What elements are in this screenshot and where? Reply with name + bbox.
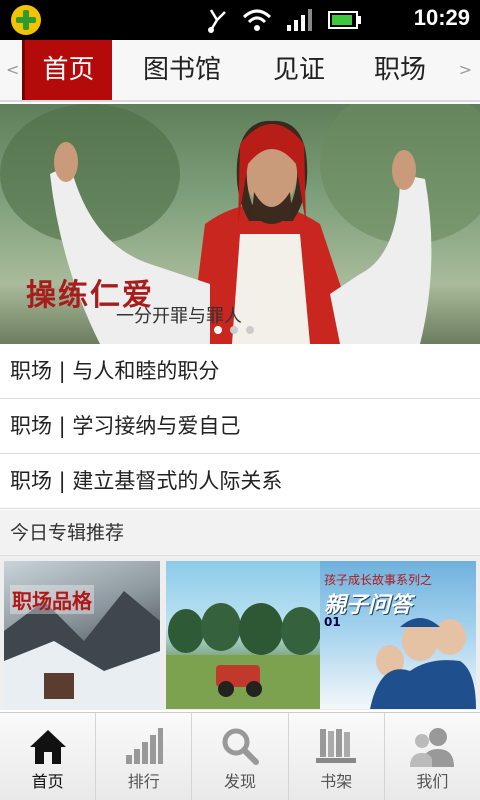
tab-library[interactable]: 图书馆 — [130, 40, 234, 100]
album-image — [166, 603, 322, 709]
article-list: 职场 | 与人和睦的职分 职场 | 学习接纳与爱自己 职场 | 建立基督式的人际… — [0, 344, 480, 509]
page-dot — [214, 326, 222, 334]
users-icon — [410, 728, 455, 767]
article-item[interactable]: 职场 | 与人和睦的职分 — [0, 344, 480, 399]
tab-home[interactable]: 首页 — [22, 40, 112, 100]
album-thumbnail[interactable]: 职场品格 — [4, 561, 160, 709]
status-bar: 10:29 — [0, 0, 480, 40]
page-dot — [230, 326, 238, 334]
article-item[interactable]: 职场 | 建立基督式的人际关系 — [0, 454, 480, 509]
bottom-nav: 首页 排行 发现 书架 我们 — [0, 712, 480, 800]
scroll-left-icon[interactable]: < — [6, 60, 19, 79]
nav-label: 首页 — [31, 772, 64, 791]
nav-discover[interactable]: 发现 — [192, 713, 289, 800]
bookshelf-icon — [316, 729, 357, 763]
nav-label: 发现 — [224, 772, 257, 791]
tab-workplace[interactable]: 职场 — [358, 40, 442, 100]
featured-banner[interactable]: 操练仁爱 一分开罪与罪人 — [0, 104, 480, 344]
nav-home[interactable]: 首页 — [0, 713, 97, 800]
signal-icon — [287, 9, 312, 31]
tab-testimony[interactable]: 见证 — [256, 40, 342, 100]
album-image — [4, 591, 160, 709]
banner-subtitle: 一分开罪与罪人 — [116, 306, 242, 327]
nav-label: 书架 — [320, 772, 353, 791]
nav-bookshelf[interactable]: 书架 — [289, 713, 385, 800]
banner-page-indicator — [214, 326, 254, 334]
section-title: 今日专辑推荐 — [0, 510, 480, 556]
page-dot — [246, 326, 254, 334]
nav-label: 排行 — [127, 772, 160, 791]
wifi-icon — [242, 9, 272, 31]
search-icon — [222, 728, 259, 765]
battery-icon — [328, 11, 361, 29]
nav-about-us[interactable]: 我们 — [385, 713, 480, 800]
no-usb-icon — [208, 9, 226, 33]
nav-label: 我们 — [416, 772, 449, 791]
nav-ranking[interactable]: 排行 — [96, 713, 193, 800]
album-number: 01 — [324, 615, 341, 629]
album-series: 孩子成长故事系列之 — [324, 573, 433, 587]
app-plus-icon[interactable] — [10, 4, 42, 36]
album-thumbnail[interactable] — [166, 561, 322, 709]
status-time: 10:29 — [413, 5, 470, 30]
category-tab-bar: < 首页 图书馆 见证 职场 > — [0, 40, 480, 102]
album-thumbnail[interactable]: 孩子成长故事系列之 親子问答 01 — [320, 561, 476, 709]
album-title: 职场品格 — [10, 585, 94, 614]
featured-albums: 职场品格 孩子成长故事系列之 親子问答 01 — [0, 556, 480, 710]
ranking-icon — [125, 728, 163, 764]
scroll-right-icon[interactable]: > — [459, 60, 472, 79]
article-item[interactable]: 职场 | 学习接纳与爱自己 — [0, 399, 480, 454]
home-icon — [29, 730, 66, 764]
